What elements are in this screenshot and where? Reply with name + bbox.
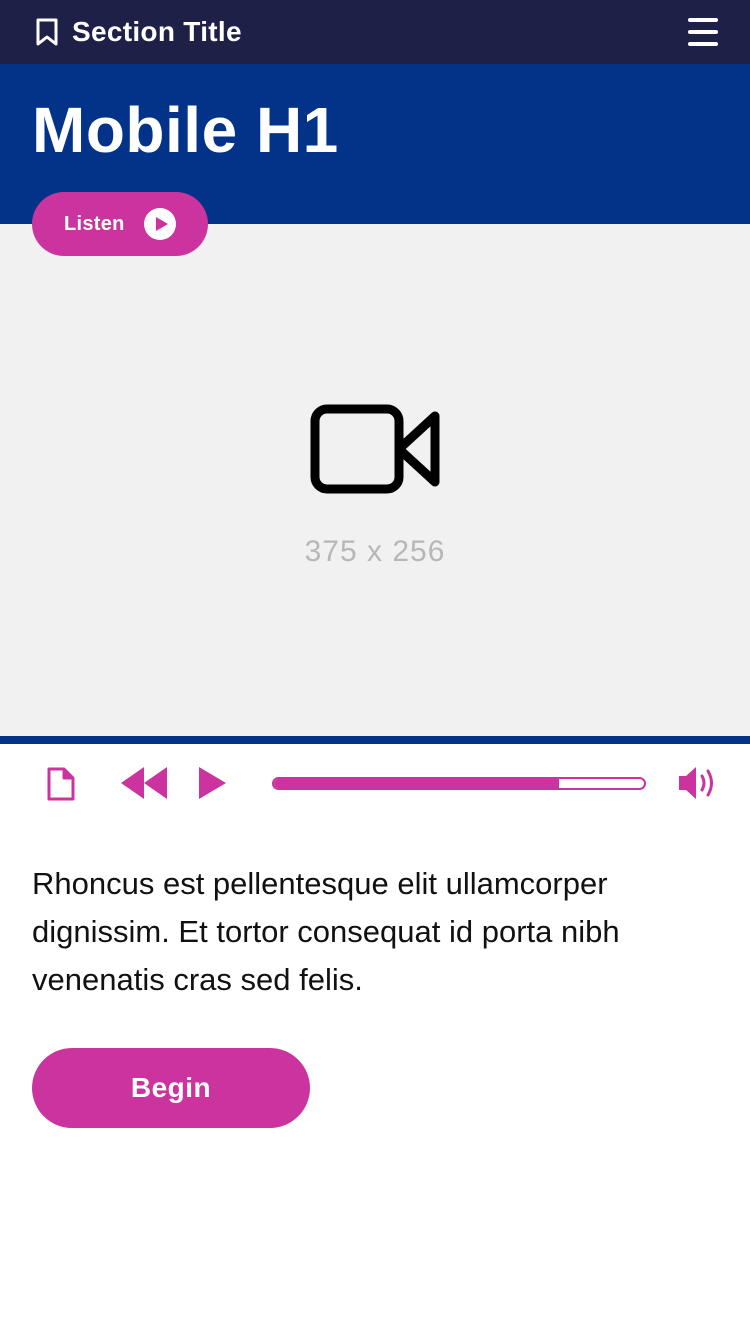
video-camera-icon <box>310 404 440 494</box>
video-placeholder[interactable]: 375 x 256 <box>0 224 750 736</box>
progress-fill <box>274 779 559 788</box>
play-icon[interactable] <box>196 766 228 800</box>
progress-bar[interactable] <box>272 777 646 790</box>
listen-label: Listen <box>64 213 125 235</box>
audio-player <box>0 744 750 824</box>
hamburger-menu-icon[interactable] <box>686 16 720 48</box>
body-paragraph: Rhoncus est pellentesque elit ullamcorpe… <box>32 866 620 997</box>
player-divider <box>0 736 750 744</box>
listen-button[interactable]: Listen <box>32 192 208 256</box>
media-dimensions-label: 375 x 256 <box>304 535 446 568</box>
rewind-icon[interactable] <box>120 766 168 800</box>
page-title: Mobile H1 <box>32 94 339 166</box>
volume-icon[interactable] <box>676 764 720 802</box>
section-title: Section Title <box>72 16 242 47</box>
document-icon[interactable] <box>46 766 76 802</box>
bookmark-icon[interactable] <box>34 18 60 46</box>
play-circle-icon <box>144 208 176 240</box>
top-bar: Section Title <box>0 0 750 64</box>
begin-button[interactable]: Begin <box>32 1048 310 1128</box>
